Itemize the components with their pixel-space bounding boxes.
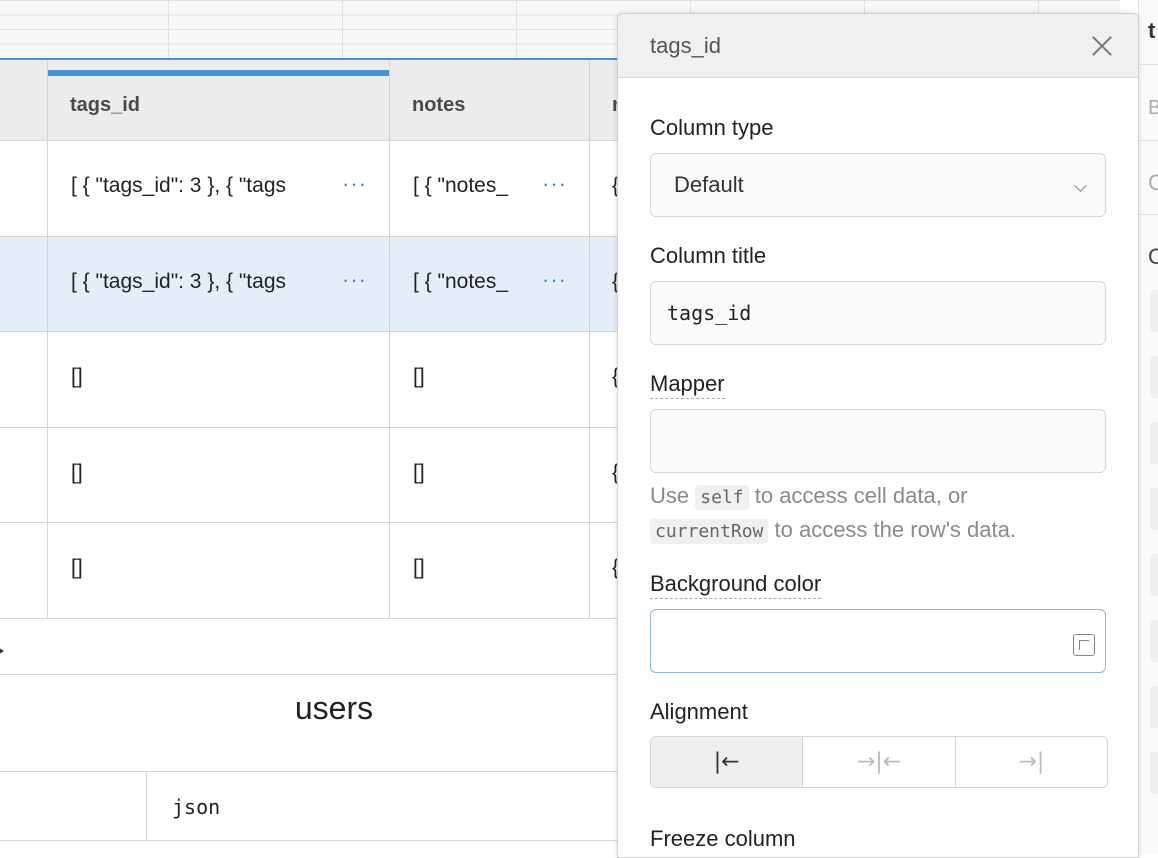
- table-cell[interactable]: {: [590, 236, 618, 332]
- mapper-label: Mapper: [650, 371, 725, 399]
- background-chip: [1150, 620, 1158, 662]
- align-center-icon: →|←: [856, 749, 902, 775]
- table-cell[interactable]: []: [48, 332, 389, 428]
- column-header[interactable]: [0, 60, 47, 141]
- cell-value: [ { "notes_: [413, 269, 509, 293]
- background-chip: [1150, 488, 1158, 530]
- table-column: notes [ { "notes_ ··· [ { "notes_ ··· [] [] []: [390, 60, 590, 619]
- panel-title: tags_id: [650, 33, 721, 58]
- table-cell[interactable]: []: [390, 428, 589, 523]
- hint-code-currentrow: currentRow: [650, 519, 769, 544]
- panel-header: tags_id: [618, 14, 1138, 78]
- table-cell[interactable]: [ { "tags_id": 3 }, { "tags ···: [48, 141, 389, 237]
- table-cell[interactable]: []: [390, 523, 589, 619]
- table-cell[interactable]: {: [590, 332, 618, 428]
- table-cell[interactable]: [ { "notes_ ···: [390, 236, 589, 332]
- table-cell[interactable]: [0, 236, 47, 332]
- cell-value: [ { "tags_id": 3 }, { "tags: [71, 174, 287, 197]
- color-picker-icon[interactable]: [1073, 634, 1095, 656]
- align-right-icon: →|: [1018, 749, 1045, 775]
- align-left-icon: |←: [713, 749, 740, 775]
- column-type-select[interactable]: Default: [650, 153, 1106, 217]
- cell-value: []: [71, 460, 83, 484]
- table-column: tags_id[ { "tags_id": 3 }, { "tags ···[ {…: [48, 60, 390, 619]
- table-footer-row: [0, 620, 618, 675]
- table-cell[interactable]: [ { "notes_ ···: [390, 141, 589, 237]
- column-type-label: Column type: [650, 115, 774, 140]
- background-panel-title: t: [1148, 18, 1156, 43]
- background-chip: [1150, 752, 1158, 794]
- alignment-segmented-control: |← →|← →|: [650, 736, 1108, 788]
- table-cell[interactable]: [0, 141, 47, 237]
- column-settings-panel: tags_id Column type Default Column title…: [617, 13, 1139, 858]
- background-chip: [1150, 290, 1158, 332]
- table-cell[interactable]: [0, 428, 47, 523]
- align-center-button[interactable]: →|←: [803, 737, 956, 787]
- column-title-input[interactable]: tags_id: [650, 281, 1106, 345]
- table-cell[interactable]: {: [590, 141, 618, 237]
- hint-code-self: self: [695, 485, 749, 510]
- schema-divider: [146, 772, 147, 840]
- column-header[interactable]: notes: [390, 60, 589, 141]
- background-panel-label: C: [1148, 170, 1158, 195]
- background-chip: [1150, 686, 1158, 728]
- align-left-button[interactable]: |←: [651, 737, 804, 787]
- table-column: n{{{{{: [590, 60, 618, 619]
- table-cell[interactable]: []: [390, 332, 589, 428]
- more-icon[interactable]: ···: [542, 267, 567, 293]
- background-color-label: Background color: [650, 571, 822, 599]
- table-cell[interactable]: [ { "tags_id": 3 }, { "tags ···: [48, 236, 389, 332]
- table-cell[interactable]: {: [590, 523, 618, 619]
- hint-text: to access cell data, or: [754, 483, 968, 508]
- table-cell[interactable]: [0, 523, 47, 619]
- background-divider: [1140, 64, 1158, 65]
- background-panel-label: B: [1148, 97, 1158, 119]
- table-cell[interactable]: []: [48, 523, 389, 619]
- cell-value: []: [413, 460, 425, 484]
- more-icon[interactable]: ···: [342, 267, 367, 293]
- background-chip: [1150, 422, 1158, 464]
- background-divider: [1140, 140, 1158, 141]
- cell-value: []: [413, 556, 425, 579]
- alignment-label: Alignment: [650, 699, 748, 724]
- mapper-hint: Use self to access cell data, or current…: [650, 480, 1016, 548]
- table-cell[interactable]: [0, 332, 47, 428]
- column-title-label: Column title: [650, 243, 767, 268]
- cell-value: [ { "notes_: [413, 174, 509, 197]
- expand-caret-icon[interactable]: [0, 646, 4, 656]
- data-table: tags_id[ { "tags_id": 3 }, { "tags ···[ {…: [0, 60, 618, 620]
- close-icon[interactable]: [1088, 32, 1116, 60]
- background-divider: [1140, 214, 1158, 215]
- table-column: [0, 60, 48, 619]
- cell-value: [ { "tags_id": 3 }, { "tags: [71, 269, 287, 293]
- column-header[interactable]: tags_id: [48, 60, 389, 141]
- more-icon[interactable]: ···: [542, 171, 567, 197]
- hint-text: Use: [650, 483, 690, 508]
- cell-value: []: [71, 365, 83, 388]
- table-cell[interactable]: {: [590, 428, 618, 523]
- mapper-input[interactable]: [650, 409, 1106, 473]
- chevron-down-icon: [1074, 179, 1087, 192]
- background-color-input[interactable]: [650, 609, 1106, 673]
- schema-type-label: json: [172, 795, 221, 819]
- column-title-value: tags_id: [667, 301, 752, 325]
- cell-value: []: [413, 365, 425, 388]
- freeze-column-label: Freeze column: [650, 826, 796, 851]
- align-right-button[interactable]: →|: [956, 737, 1107, 787]
- more-icon[interactable]: ···: [342, 171, 367, 197]
- column-type-value: Default: [674, 172, 744, 197]
- background-chip: [1150, 356, 1158, 398]
- background-panel-label: C: [1148, 244, 1158, 269]
- schema-row: [0, 771, 618, 841]
- hint-text: to access the row's data.: [774, 517, 1016, 542]
- table-cell[interactable]: []: [48, 428, 389, 523]
- section-title: users: [294, 690, 374, 726]
- column-header[interactable]: n: [590, 60, 618, 141]
- background-chip: [1150, 554, 1158, 596]
- cell-value: []: [71, 556, 83, 579]
